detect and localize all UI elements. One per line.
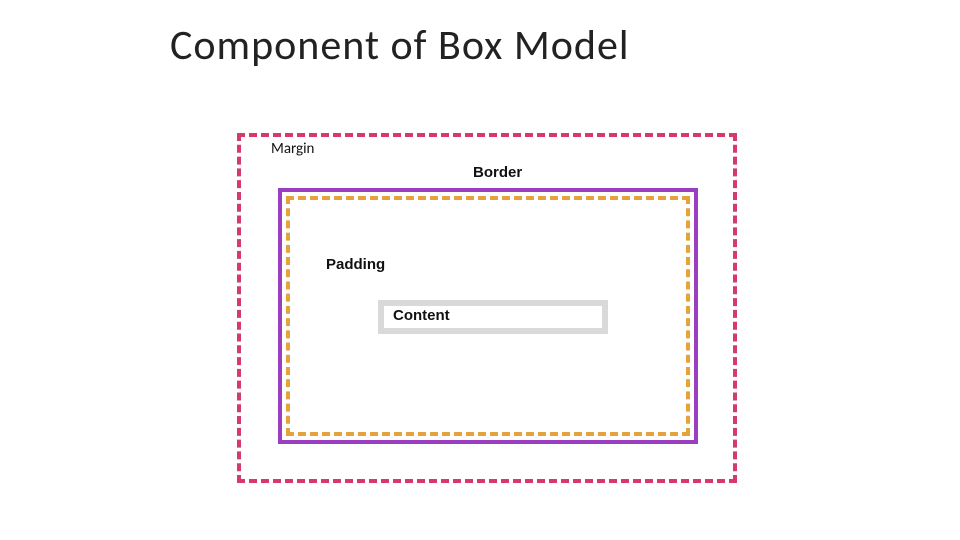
label-padding: Padding [320,256,391,273]
label-border: Border [467,164,528,181]
page-title: Component of Box Model [170,20,630,71]
label-margin: Margin [265,140,320,158]
label-content: Content [387,307,456,324]
